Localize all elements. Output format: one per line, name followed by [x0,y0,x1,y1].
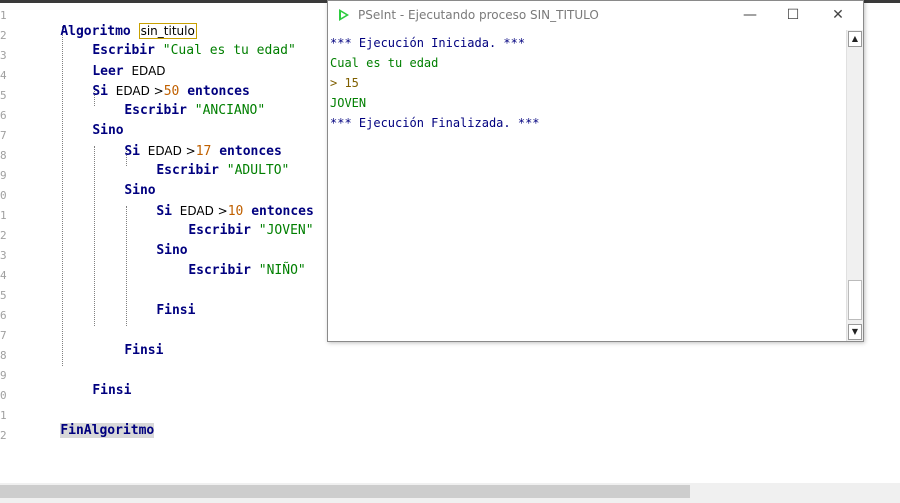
scrollbar-thumb[interactable] [848,280,862,320]
line-number: 8 [0,149,7,162]
title-bar[interactable]: PSeInt - Ejecutando proceso SIN_TITULO —… [328,1,863,29]
line-number: 1 [0,409,7,422]
string-literal: "Cual es tu edad" [162,43,296,58]
keyword: Escribir [188,223,251,238]
close-icon: ✕ [832,7,844,23]
window-top-border [862,0,900,3]
console-output[interactable]: *** Ejecución Iniciada. *** Cual es tu e… [328,30,847,340]
line-number: 9 [0,369,7,382]
arrow-down-icon: ▼ [851,327,859,336]
close-button[interactable]: ✕ [818,3,858,27]
line-number: 7 [0,129,7,142]
line-number: 6 [0,309,7,322]
console-line-output: JOVEN [330,96,367,110]
scroll-down-button[interactable]: ▼ [848,324,862,340]
console-line-input: > 15 [330,76,359,90]
keyword: Escribir [156,163,219,178]
execution-window[interactable]: PSeInt - Ejecutando proceso SIN_TITULO —… [327,0,864,342]
horizontal-scrollbar[interactable] [0,483,900,503]
scroll-up-button[interactable]: ▲ [848,31,862,47]
line-number: 3 [0,49,7,62]
console-line-start: *** Ejecución Iniciada. *** [330,36,526,50]
keyword: Escribir [188,263,251,278]
line-number: 2 [0,229,7,242]
string-literal: "NIÑO" [258,263,306,278]
line-number: 3 [0,249,7,262]
line-number: 2 [0,29,7,42]
string-literal: "JOVEN" [258,223,314,238]
console-line-end: *** Ejecución Finalizada. *** [330,116,540,130]
minimize-button[interactable]: — [730,3,770,27]
line-number: 4 [0,269,7,282]
string-literal: "ANCIANO" [194,103,266,118]
vertical-scrollbar[interactable]: ▲ ▼ [846,30,863,341]
keyword: FinAlgoritmo [60,423,155,438]
pseint-app-icon [339,9,349,21]
arrow-up-icon: ▲ [851,34,859,43]
keyword: Finsi [156,303,196,318]
line-number: 7 [0,329,7,342]
line-number: 4 [0,69,7,82]
line-number: 0 [0,389,7,402]
console-line-prompt: Cual es tu edad [330,56,439,70]
keyword: Finsi [124,343,164,358]
line-number: 5 [0,89,7,102]
line-number: 5 [0,289,7,302]
maximize-icon: ☐ [786,7,800,23]
code-line[interactable]: FinAlgoritmo [29,407,155,455]
string-literal: "ADULTO" [226,163,290,178]
scrollbar-thumb[interactable] [0,485,690,498]
keyword: Escribir [124,103,187,118]
line-number: 6 [0,109,7,122]
line-number: 8 [0,349,7,362]
window-top-border [0,0,327,3]
line-number: 2 [0,429,7,442]
line-number: 9 [0,169,7,182]
window-title: PSeInt - Ejecutando proceso SIN_TITULO [358,8,599,22]
line-number: 0 [0,189,7,202]
maximize-button[interactable]: ☐ [773,3,813,27]
keyword: Finsi [92,383,132,398]
minimize-icon: — [743,7,757,23]
line-number: 1 [0,9,7,22]
line-number: 1 [0,209,7,222]
